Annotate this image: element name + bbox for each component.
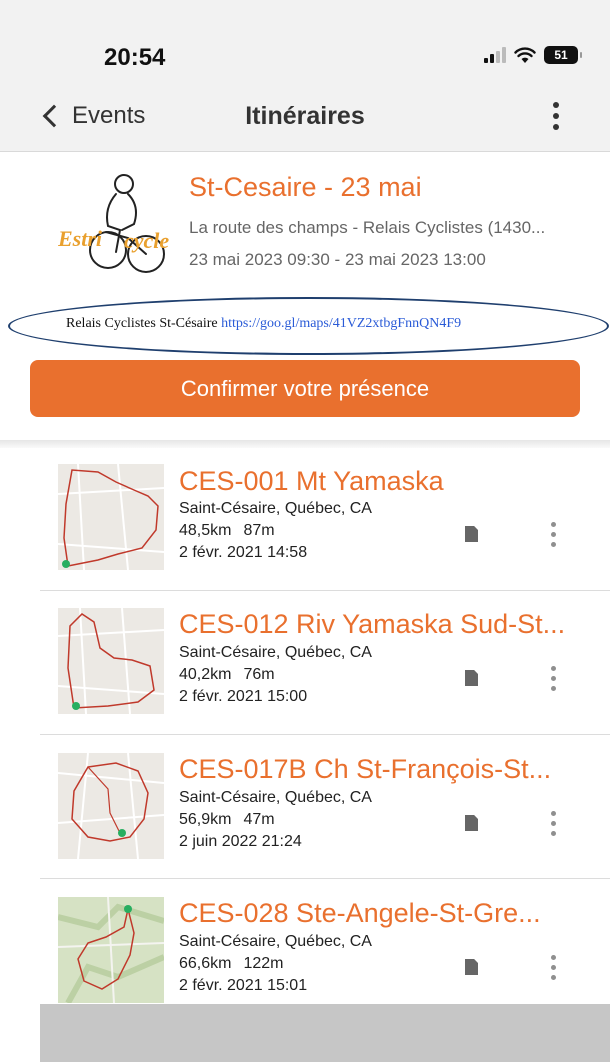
route-elevation: 47m	[243, 811, 275, 828]
document-icon[interactable]	[465, 526, 478, 542]
route-place: Saint-Césaire, Québec, CA	[179, 933, 372, 950]
route-date: 2 févr. 2021 15:01	[179, 977, 308, 994]
confirm-attendance-button[interactable]: Confirmer votre présence	[30, 360, 580, 417]
navigation-bar: Events Itinéraires	[0, 80, 610, 152]
route-map-thumbnail	[58, 608, 164, 714]
document-icon[interactable]	[465, 959, 478, 975]
svg-text:cycle: cycle	[124, 228, 169, 253]
route-date: 2 juin 2022 21:24	[179, 833, 302, 850]
route-elevation: 122m	[243, 955, 284, 972]
route-stats: 56,9km 47m	[179, 811, 275, 829]
signal-icon	[484, 47, 506, 63]
estricycle-logo: Estri cycle	[58, 174, 169, 273]
route-map-thumbnail	[58, 753, 164, 859]
document-icon[interactable]	[465, 815, 478, 831]
route-distance: 56,9km	[179, 811, 232, 828]
event-subtitle: La route des champs - Relais Cyclistes (…	[189, 218, 546, 237]
route-name: CES-001 Mt Yamaska	[179, 466, 444, 496]
wifi-icon	[514, 46, 536, 63]
status-icons: 51	[484, 46, 582, 64]
route-stats: 40,2km 76m	[179, 666, 275, 684]
route-date: 2 févr. 2021 15:00	[179, 688, 308, 705]
page-title: Itinéraires	[245, 102, 365, 130]
route-item[interactable]: CES-012 Riv Yamaska Sud-St... Saint-Césa…	[0, 591, 610, 734]
bottom-bar	[40, 1004, 610, 1062]
status-bar: 20:54 51	[0, 0, 610, 80]
route-options-icon[interactable]	[551, 522, 556, 547]
route-map-thumbnail	[58, 897, 164, 1003]
route-options-icon[interactable]	[551, 811, 556, 836]
battery-icon: 51	[544, 46, 582, 64]
event-title: St-Cesaire - 23 mai	[189, 172, 422, 202]
route-name: CES-017B Ch St-François-St...	[179, 754, 552, 784]
address-label: Relais Cyclistes St-Césaire	[66, 316, 218, 331]
clock: 20:54	[104, 44, 166, 71]
route-elevation: 87m	[243, 522, 275, 539]
route-item[interactable]: CES-001 Mt Yamaska Saint-Césaire, Québec…	[0, 448, 610, 591]
route-item[interactable]: CES-028 Ste-Angele-St-Gre... Saint-Césai…	[0, 879, 610, 1022]
route-map-thumbnail	[58, 464, 164, 570]
event-dates: 23 mai 2023 09:30 - 23 mai 2023 13:00	[189, 250, 486, 269]
route-distance: 66,6km	[179, 955, 232, 972]
route-stats: 66,6km 122m	[179, 955, 284, 973]
route-distance: 48,5km	[179, 522, 232, 539]
event-address: Relais Cyclistes St-Césaire https://goo.…	[66, 316, 461, 332]
route-elevation: 76m	[243, 666, 275, 683]
route-place: Saint-Césaire, Québec, CA	[179, 789, 372, 806]
address-map-link[interactable]: https://goo.gl/maps/41VZ2xtbgFnnQN4F9	[221, 316, 461, 331]
route-stats: 48,5km 87m	[179, 522, 275, 540]
route-place: Saint-Césaire, Québec, CA	[179, 644, 372, 661]
svg-text:Estri: Estri	[58, 226, 103, 251]
route-distance: 40,2km	[179, 666, 232, 683]
route-place: Saint-Césaire, Québec, CA	[179, 500, 372, 517]
section-separator	[0, 440, 610, 448]
route-date: 2 févr. 2021 14:58	[179, 544, 308, 561]
route-item[interactable]: CES-017B Ch St-François-St... Saint-Césa…	[0, 735, 610, 878]
route-options-icon[interactable]	[551, 955, 556, 980]
route-name: CES-012 Riv Yamaska Sud-St...	[179, 609, 566, 639]
document-icon[interactable]	[465, 670, 478, 686]
route-name: CES-028 Ste-Angele-St-Gre...	[179, 898, 541, 928]
more-options-icon[interactable]	[553, 102, 559, 130]
route-options-icon[interactable]	[551, 666, 556, 691]
